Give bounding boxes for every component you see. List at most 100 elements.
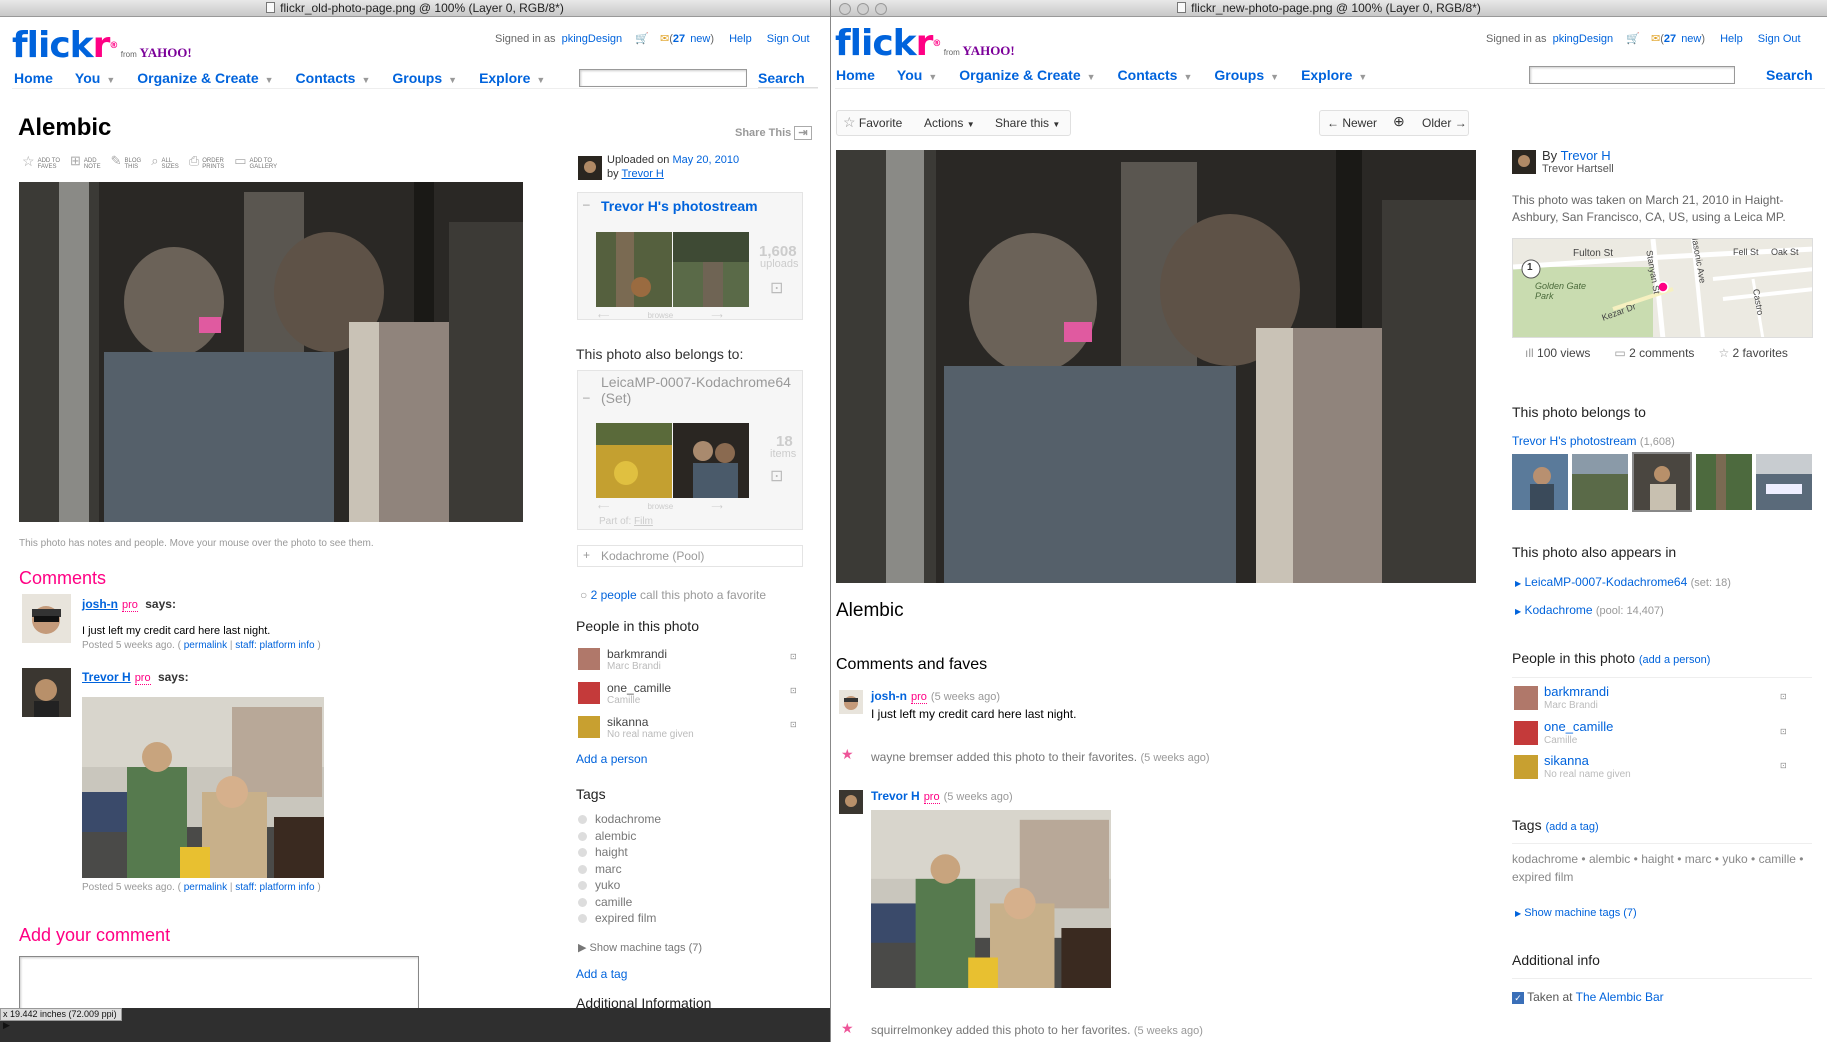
photostream-thumb[interactable] — [1696, 454, 1752, 510]
avatar[interactable] — [22, 668, 71, 717]
username-link[interactable]: pkingDesign — [1553, 33, 1614, 45]
help-link[interactable]: Help — [1720, 33, 1743, 45]
staff-platform-info-link[interactable]: staff: platform info — [235, 640, 314, 651]
owner-link[interactable]: Trevor H — [1561, 148, 1611, 163]
nav-explore[interactable]: Explore ▼ — [479, 70, 545, 86]
person-tag-icon[interactable]: ⊡ — [1780, 692, 1787, 701]
nav-explore[interactable]: Explore ▼ — [1301, 67, 1367, 83]
person-tag-icon[interactable]: ⊡ — [790, 686, 797, 695]
search-button[interactable]: Search — [758, 70, 805, 86]
nav-home[interactable]: Home — [14, 70, 53, 86]
person-link[interactable]: one_camille — [1544, 719, 1613, 734]
old-window-titlebar[interactable]: flickr_old-photo-page.png @ 100% (Layer … — [0, 0, 830, 17]
new-mail-count[interactable]: 27 — [673, 33, 685, 45]
older-button[interactable]: Older → — [1422, 116, 1467, 130]
pool-link[interactable]: Kodachrome — [1525, 603, 1593, 617]
photostream-thumb[interactable] — [1512, 454, 1568, 510]
set-link[interactable]: LeicaMP-0007-Kodachrome64 — [1525, 575, 1688, 589]
person-tag-icon[interactable]: ⊡ — [1780, 761, 1787, 770]
add-tag-link[interactable]: (add a tag) — [1545, 821, 1598, 833]
favorite-button[interactable]: ☆ Favorite — [843, 114, 902, 131]
owner-link[interactable]: Trevor H — [621, 168, 663, 180]
machine-tags-toggle[interactable]: ▶ Show machine tags (7) — [578, 941, 702, 954]
add-to-faves-button[interactable]: ☆ ADD TO FAVES — [22, 154, 60, 170]
new-mail-count[interactable]: 27 — [1664, 33, 1676, 45]
owner-avatar[interactable] — [578, 156, 602, 180]
nav-you[interactable]: You ▼ — [897, 67, 937, 83]
collapse-icon[interactable]: – — [583, 197, 590, 211]
help-link[interactable]: Help — [729, 33, 752, 45]
pro-badge[interactable]: pro — [923, 791, 940, 804]
nav-contacts[interactable]: Contacts ▼ — [1118, 67, 1193, 83]
zoom-window-button[interactable] — [875, 3, 887, 15]
commenter-link[interactable]: josh-n — [871, 689, 907, 703]
flickr-logo[interactable]: flickr® from YAHOO! — [835, 26, 1015, 62]
tag-item[interactable]: haight — [1641, 852, 1674, 866]
mail-icon[interactable]: ✉ — [1651, 33, 1660, 45]
nav-groups[interactable]: Groups ▼ — [392, 70, 457, 86]
fav-people-link[interactable]: 2 people — [591, 588, 637, 602]
person-avatar[interactable] — [1514, 721, 1538, 745]
nav-groups[interactable]: Groups ▼ — [1214, 67, 1279, 83]
search-input[interactable] — [1529, 66, 1735, 84]
tag-item[interactable]: camille — [578, 894, 661, 911]
avatar[interactable] — [22, 594, 71, 643]
sign-out-link[interactable]: Sign Out — [1758, 33, 1801, 45]
flickr-logo[interactable]: flickr® from YAHOO! — [12, 28, 192, 64]
share-this-button[interactable]: Share This ⇥ — [735, 126, 812, 140]
tag-item[interactable]: expired film — [578, 910, 661, 927]
browse-bar[interactable]: ⟵ browse ⟶ — [598, 502, 723, 511]
avatar[interactable] — [839, 790, 863, 814]
person-avatar[interactable] — [1514, 755, 1538, 779]
add-to-gallery-button[interactable]: ▭ ADD TO GALLERY — [234, 154, 277, 170]
nav-you[interactable]: You ▼ — [75, 70, 115, 86]
person-tag-icon[interactable]: ⊡ — [790, 720, 797, 729]
comment-photo[interactable] — [82, 697, 324, 878]
nav-organize[interactable]: Organize & Create ▼ — [959, 67, 1095, 83]
person-avatar[interactable] — [578, 682, 600, 704]
share-this-menu[interactable]: Share this ▼ — [995, 116, 1060, 130]
tag-item[interactable]: yuko — [1722, 852, 1747, 866]
nav-home[interactable]: Home — [836, 67, 875, 83]
permalink[interactable]: permalink — [184, 640, 227, 651]
photostream-link[interactable]: Trevor H's photostream — [1512, 434, 1637, 448]
username-link[interactable]: pkingDesign — [562, 33, 623, 45]
pool-title[interactable]: Kodachrome (Pool) — [601, 549, 704, 563]
machine-tags-toggle[interactable]: ▶ Show machine tags (7) — [1515, 907, 1637, 919]
set-title[interactable]: LeicaMP-0007-Kodachrome64 (Set) — [601, 374, 801, 406]
person-link[interactable]: sikanna — [607, 715, 648, 729]
pro-badge[interactable]: pro — [134, 672, 151, 685]
location-map[interactable]: 1 Fulton St Golden Gate Park Kezar Dr St… — [1512, 238, 1813, 338]
tag-item[interactable]: marc — [1685, 852, 1712, 866]
tag-item[interactable]: yuko — [578, 877, 661, 894]
close-window-button[interactable] — [839, 3, 851, 15]
tag-item[interactable]: camille — [1759, 852, 1796, 866]
newer-button[interactable]: ← Newer — [1327, 116, 1377, 130]
slideshow-icon[interactable]: ⊡ — [770, 466, 783, 486]
pro-badge[interactable]: pro — [911, 691, 927, 704]
browse-bar[interactable]: ⟵ browse ⟶ — [598, 311, 723, 320]
zoom-icon[interactable]: ⊕ — [1393, 113, 1405, 130]
person-link[interactable]: barkmrandi — [1544, 684, 1609, 699]
collapse-icon[interactable]: – — [583, 390, 590, 404]
cart-icon[interactable]: 🛒 — [1626, 33, 1640, 45]
upload-date-link[interactable]: May 20, 2010 — [672, 154, 739, 166]
comment-photo[interactable] — [871, 810, 1111, 988]
main-photo[interactable] — [836, 150, 1476, 583]
tag-item[interactable]: alembic — [1589, 852, 1630, 866]
nav-contacts[interactable]: Contacts ▼ — [296, 70, 371, 86]
set-thumb[interactable] — [673, 423, 749, 498]
photostream-thumb[interactable] — [1756, 454, 1812, 510]
person-tag-icon[interactable]: ⊡ — [1780, 727, 1787, 736]
person-avatar[interactable] — [578, 648, 600, 670]
person-avatar[interactable] — [1514, 686, 1538, 710]
minimize-window-button[interactable] — [857, 3, 869, 15]
set-thumb[interactable] — [596, 423, 672, 498]
commenter-link[interactable]: Trevor H — [871, 789, 920, 803]
comments-count[interactable]: ▭ 2 comments — [1614, 346, 1694, 360]
tag-item[interactable]: kodachrome — [1512, 852, 1578, 866]
person-tag-icon[interactable]: ⊡ — [790, 652, 797, 661]
tag-item[interactable]: marc — [578, 861, 661, 878]
blog-this-button[interactable]: ✎ BLOG THIS — [111, 154, 142, 170]
add-tag-link[interactable]: Add a tag — [576, 967, 627, 981]
